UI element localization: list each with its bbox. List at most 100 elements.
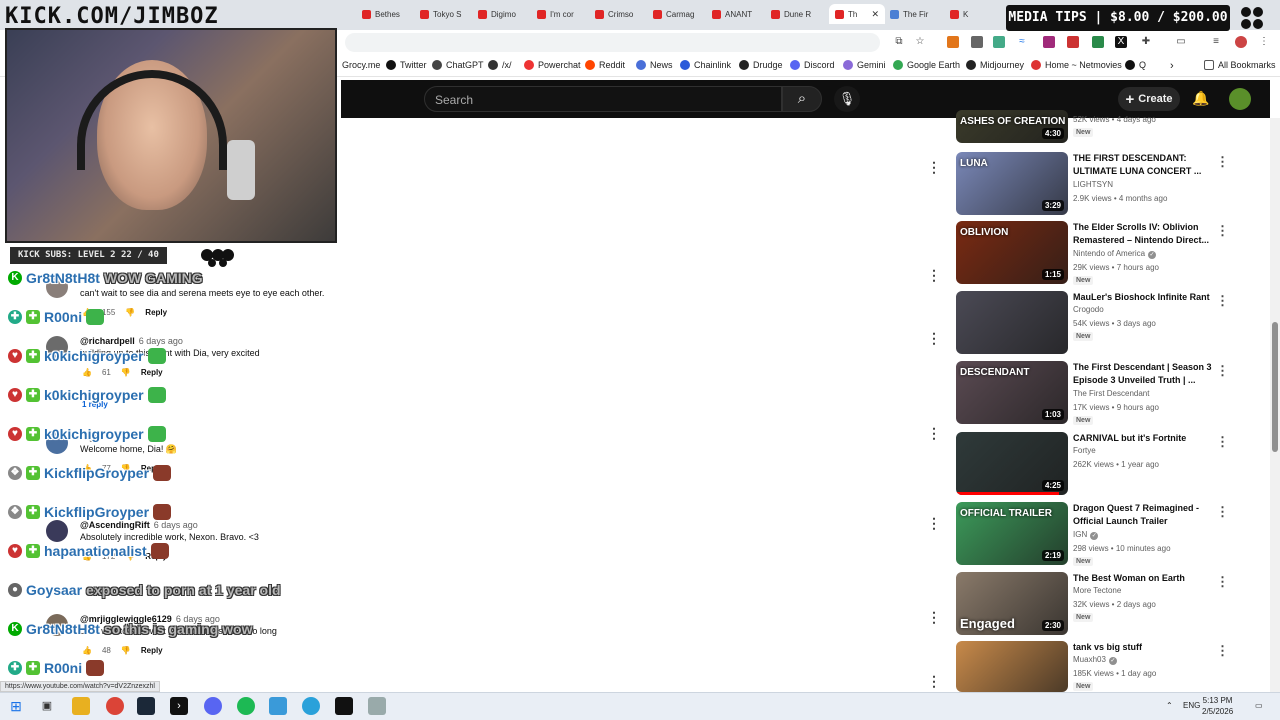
browser-tab[interactable]: Digimo	[478, 4, 530, 24]
extension-icon[interactable]	[993, 36, 1005, 48]
video-thumbnail[interactable]: 4:25	[956, 432, 1068, 495]
menu-lines-icon[interactable]: ≡	[1210, 36, 1222, 48]
video-more-icon[interactable]: ⋮	[1216, 504, 1229, 520]
video-card[interactable]: OFFICIAL TRAILER 2:19 Dragon Quest 7 Reima…	[956, 502, 1229, 566]
tray-chevron-icon[interactable]: ⌃	[1166, 701, 1173, 710]
video-card[interactable]: OBLIVION 1:15 The Elder Scrolls IV: Oblivi…	[956, 221, 1229, 285]
comment-more-icon[interactable]: ⋮	[927, 268, 941, 282]
video-more-icon[interactable]: ⋮	[1216, 154, 1229, 170]
comment-more-icon[interactable]: ⋮	[927, 160, 941, 174]
video-channel[interactable]: Fortye	[1073, 446, 1096, 455]
comment-avatar[interactable]	[46, 520, 68, 542]
video-channel[interactable]: Muaxh03 ✓	[1073, 655, 1117, 665]
browser-tab[interactable]: The Fir	[890, 4, 942, 24]
extension-icon[interactable]	[1067, 36, 1079, 48]
video-more-icon[interactable]: ⋮	[1216, 574, 1229, 590]
bookmark-item[interactable]: Q	[1125, 60, 1146, 70]
bookmark-item[interactable]: Grocy.me	[342, 60, 380, 70]
translate-icon[interactable]: ≈	[1016, 36, 1028, 48]
like-thumb-icon[interactable]: 👍	[82, 368, 92, 377]
browser-tab[interactable]: Th ✕	[829, 4, 885, 24]
dislike-thumb-icon[interactable]: 👎	[125, 308, 135, 317]
all-bookmarks[interactable]: All Bookmarks	[1204, 60, 1276, 70]
bookmark-item[interactable]: /x/	[488, 60, 512, 70]
video-more-icon[interactable]: ⋮	[1216, 223, 1229, 239]
telegram-icon[interactable]	[302, 697, 320, 715]
more-bookmarks-icon[interactable]: ›	[1170, 60, 1174, 72]
video-thumbnail[interactable]: OFFICIAL TRAILER 2:19	[956, 502, 1068, 565]
video-more-icon[interactable]: ⋮	[1216, 293, 1229, 309]
steam-icon[interactable]	[137, 697, 155, 715]
more-vert-icon[interactable]: ⋮	[1258, 36, 1270, 48]
bookmark-item[interactable]: Google Earth	[893, 60, 960, 70]
video-title[interactable]: The First Descendant | Season 3 Episode …	[1073, 361, 1213, 387]
video-channel[interactable]: IGN ✓	[1073, 530, 1099, 540]
profile-avatar-icon[interactable]	[1235, 36, 1247, 48]
video-title[interactable]: Dragon Quest 7 Reimagined - Official Lau…	[1073, 502, 1213, 528]
address-bar[interactable]	[345, 33, 880, 52]
bookmark-item[interactable]: Discord	[790, 60, 835, 70]
x-icon[interactable]: X	[1115, 36, 1127, 48]
video-more-icon[interactable]: ⋮	[1216, 363, 1229, 379]
video-channel[interactable]: More Tectone	[1073, 586, 1121, 595]
browser-tab[interactable]: K	[950, 4, 1002, 24]
extension-icon[interactable]	[1043, 36, 1055, 48]
video-thumbnail[interactable]: DESCENDANT 1:03	[956, 361, 1068, 424]
browser-tab[interactable]: Tokyo S	[420, 4, 472, 24]
video-card[interactable]: DESCENDANT 1:03 The First Descendant | Sea…	[956, 361, 1229, 425]
browser-tab[interactable]: Crimso	[595, 4, 647, 24]
voice-search-button[interactable]: 🎙	[834, 86, 860, 112]
reply-button[interactable]: Reply	[145, 308, 167, 317]
comment-more-icon[interactable]: ⋮	[927, 331, 941, 345]
puzzle-icon[interactable]: ✚	[1140, 36, 1152, 48]
search-button[interactable]: ⌕	[782, 86, 822, 112]
comment-more-icon[interactable]: ⋮	[927, 674, 941, 688]
app-icon[interactable]	[335, 697, 353, 715]
video-thumbnail[interactable]: LUNA 3:29	[956, 152, 1068, 215]
task-view-icon[interactable]: ▣	[38, 697, 56, 715]
bookmark-item[interactable]: Drudge	[739, 60, 783, 70]
video-more-icon[interactable]: ⋮	[1216, 434, 1229, 450]
video-thumbnail[interactable]	[956, 291, 1068, 354]
system-clock[interactable]: 5:13 PM 2/5/2026	[1202, 695, 1233, 717]
bookmark-item[interactable]: Home ~ Netmovies	[1031, 60, 1122, 70]
video-channel[interactable]: Nintendo of America ✓	[1073, 249, 1157, 259]
comment-more-icon[interactable]: ⋮	[927, 516, 941, 530]
discord-icon[interactable]	[204, 697, 222, 715]
browser-tab[interactable]: I'm cor	[537, 4, 589, 24]
bookmark-item[interactable]: Powerchat	[524, 60, 581, 70]
video-channel[interactable]: Crogodo	[1073, 305, 1104, 314]
video-channel[interactable]: The First Descendant	[1073, 389, 1149, 398]
sidepanel-icon[interactable]: ▭	[1175, 36, 1187, 48]
bookmark-item[interactable]: Midjourney	[966, 60, 1024, 70]
video-card[interactable]: 4:25 CARNIVAL but it's Fortnite Fortye 262K…	[956, 432, 1229, 496]
extension-icon[interactable]	[1092, 36, 1104, 48]
video-card[interactable]: LUNA 3:29 THE FIRST DESCENDANT: ULTIMATE L…	[956, 152, 1229, 216]
comment-more-icon[interactable]: ⋮	[927, 426, 941, 440]
chrome-icon[interactable]	[106, 697, 124, 715]
lang-indicator[interactable]: ENG	[1183, 701, 1200, 710]
video-title[interactable]: tank vs big stuff	[1073, 641, 1213, 654]
reply-button[interactable]: Reply	[141, 646, 163, 655]
dislike-thumb-icon[interactable]: 👎	[121, 646, 131, 655]
search-input[interactable]: Search	[424, 86, 782, 112]
scrollbar-thumb[interactable]	[1272, 322, 1278, 452]
video-thumbnail[interactable]: OBLIVION 1:15	[956, 221, 1068, 284]
like-thumb-icon[interactable]: 👍	[82, 646, 92, 655]
comment-more-icon[interactable]: ⋮	[927, 610, 941, 624]
create-button[interactable]: + Create	[1118, 87, 1180, 111]
video-title[interactable]: MauLer's Bioshock Infinite Rant	[1073, 291, 1213, 304]
video-title[interactable]: THE FIRST DESCENDANT: ULTIMATE LUNA CONC…	[1073, 152, 1213, 178]
bookmark-star-icon[interactable]: ☆	[914, 36, 926, 48]
notifications-bell-icon[interactable]: 🔔	[1192, 90, 1209, 107]
browser-tab[interactable]: Dune R	[771, 4, 823, 24]
video-title[interactable]: CARNIVAL but it's Fortnite	[1073, 432, 1213, 445]
shield-icon[interactable]	[971, 36, 983, 48]
app-icon[interactable]	[269, 697, 287, 715]
browser-tab[interactable]: Carmag	[653, 4, 705, 24]
tab-close-icon[interactable]: ✕	[871, 9, 879, 20]
app-icon[interactable]	[368, 697, 386, 715]
bookmark-item[interactable]: ChatGPT	[432, 60, 484, 70]
reply-button[interactable]: Reply	[141, 368, 163, 377]
notification-icon[interactable]: ▭	[1255, 701, 1263, 710]
